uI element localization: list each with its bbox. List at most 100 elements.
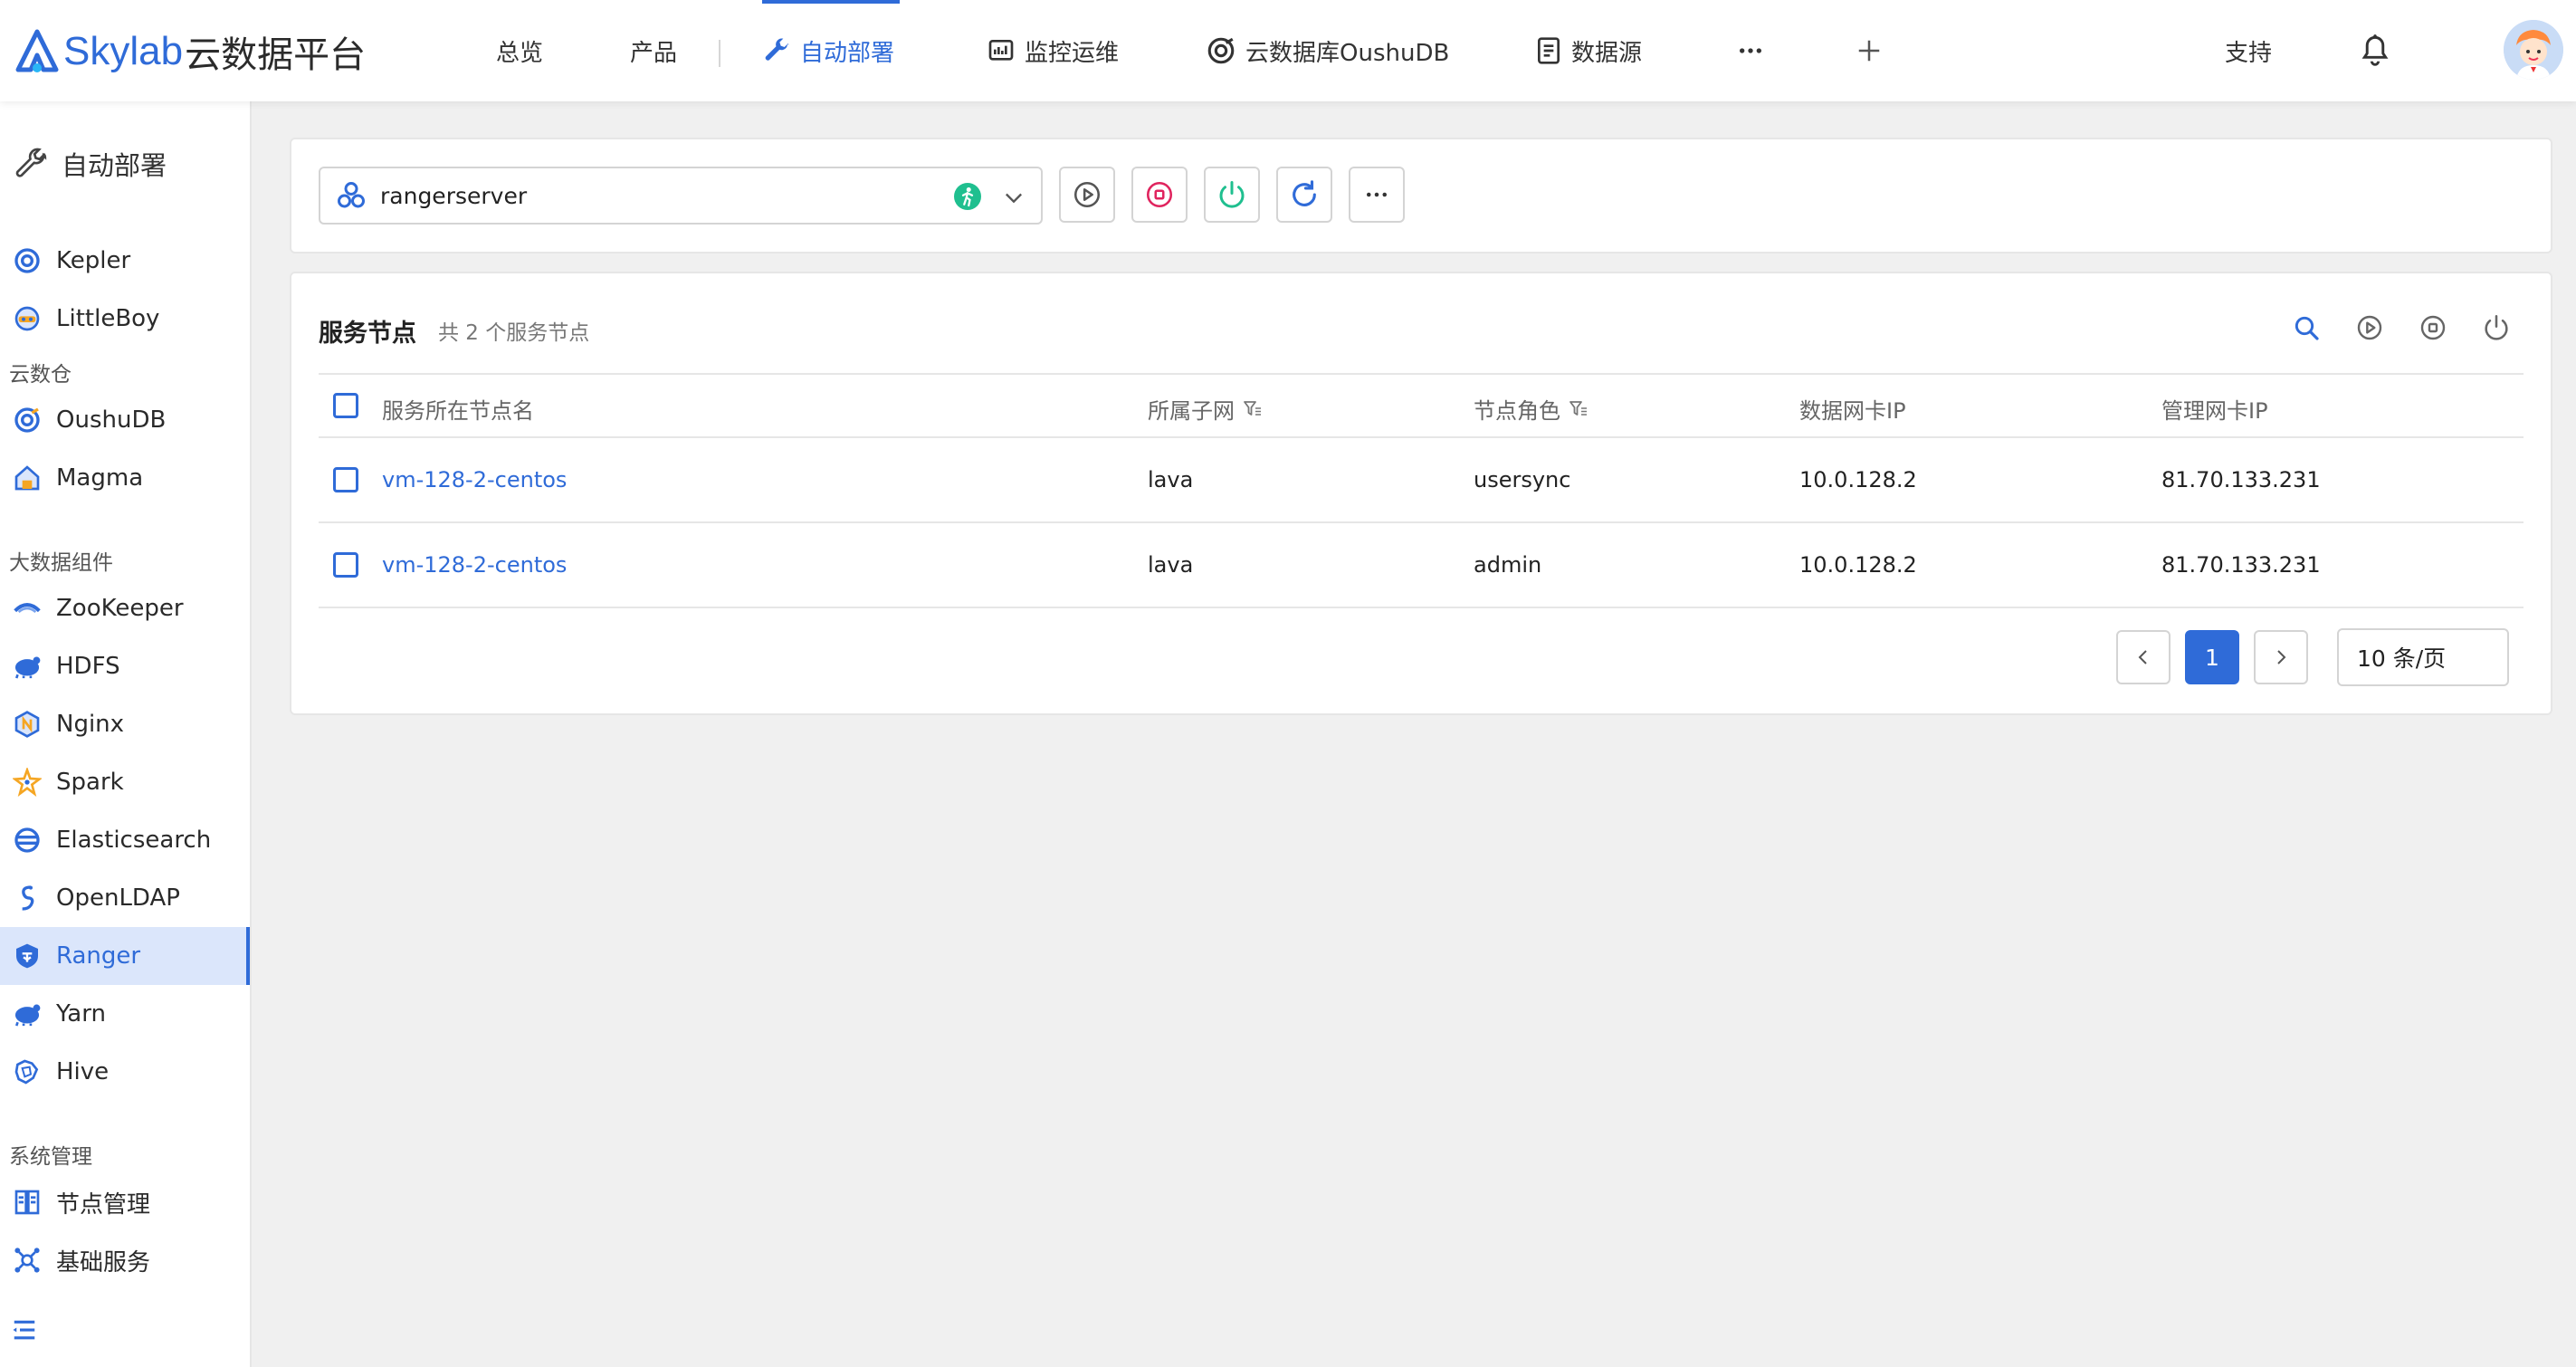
logo-subtitle: 云数据平台 (185, 34, 367, 76)
sidebar-item-label: Nginx (56, 711, 125, 738)
nav-datasource[interactable]: 数据源 (1535, 0, 1642, 101)
mgmt-ip-cell: 81.70.133.231 (2161, 467, 2321, 492)
sidebar-item-node-manage[interactable]: 节点管理 (0, 1173, 250, 1231)
nav-auto-deploy[interactable]: 自动部署 (762, 0, 900, 101)
service-selector[interactable]: rangerserver (319, 167, 1043, 225)
stop-service-button[interactable] (1131, 167, 1188, 223)
role-cell: admin (1474, 552, 1542, 578)
skylab-logo-icon (15, 29, 59, 72)
chevron-down-icon (1001, 185, 1026, 215)
oushudb-icon (11, 404, 43, 436)
column-header-label: 节点角色 (1474, 398, 1560, 424)
sidebar-title-label: 自动部署 (62, 150, 167, 181)
sidebar-item-nginx[interactable]: Nginx (0, 695, 250, 753)
nav-add-button[interactable] (1856, 0, 1892, 101)
sidebar-item-magma[interactable]: Magma (0, 449, 250, 507)
sidebar-item-label: HDFS (56, 653, 120, 680)
menu-collapse-icon (13, 1320, 35, 1340)
sidebar-item-label: OpenLDAP (56, 884, 180, 912)
avatar-icon (2504, 20, 2563, 80)
node-name-link[interactable]: vm-128-2-centos (382, 467, 567, 492)
skylab-logo[interactable]: Skylab 云数据平台 (14, 27, 366, 76)
nav-overview[interactable]: 总览 (496, 0, 543, 101)
sidebar-collapse-button[interactable] (11, 1316, 38, 1347)
sidebar-group-label: 云数仓 (9, 363, 72, 387)
refresh-icon (1293, 180, 1316, 206)
row-checkbox[interactable] (333, 467, 358, 492)
support-label: 支持 (2225, 39, 2273, 67)
base-service-icon (11, 1244, 43, 1276)
select-all-checkbox[interactable] (333, 393, 358, 418)
start-service-button[interactable] (1059, 167, 1115, 223)
column-header-subnet[interactable]: 所属子网 (1148, 393, 1264, 425)
restart-service-button[interactable] (1276, 167, 1332, 223)
sidebar-item-yarn[interactable]: Yarn (0, 985, 250, 1043)
more-actions-button[interactable] (1349, 167, 1405, 223)
nav-overview-label: 总览 (496, 39, 544, 67)
sidebar-item-oushudb[interactable]: OushuDB (0, 391, 250, 449)
support-link[interactable]: 支持 (2225, 0, 2272, 101)
data-ip-cell: 10.0.128.2 (1799, 552, 1917, 578)
sidebar-item-label: OushuDB (56, 406, 167, 434)
next-page-button[interactable] (2254, 630, 2308, 684)
panel-subtitle: 共 2 个服务节点 (438, 321, 590, 345)
nav-monitoring[interactable]: 监控运维 (987, 0, 1119, 101)
sidebar-title: 自动部署 (13, 145, 167, 183)
elasticsearch-icon (11, 824, 43, 856)
wrench-icon (765, 38, 789, 61)
nav-products[interactable]: 产品 (630, 0, 677, 101)
openldap-icon (11, 882, 43, 914)
power-service-button[interactable] (1204, 167, 1260, 223)
sidebar-item-label: ZooKeeper (56, 595, 184, 622)
user-avatar[interactable] (2504, 20, 2563, 80)
subnet-cell: lava (1148, 467, 1194, 492)
power-icon (1219, 181, 1245, 208)
prev-page-button[interactable] (2116, 630, 2171, 684)
magma-icon (11, 462, 43, 494)
sidebar-item-littleboy[interactable]: LittleBoy (0, 290, 250, 348)
row-checkbox[interactable] (333, 552, 358, 578)
column-header-role[interactable]: 节点角色 (1474, 393, 1589, 425)
batch-stop-button[interactable] (2415, 310, 2451, 346)
sidebar-item-spark[interactable]: Spark (0, 753, 250, 811)
sidebar-item-zookeeper[interactable]: ZooKeeper (0, 579, 250, 637)
batch-power-button[interactable] (2478, 310, 2514, 346)
nav-monitoring-label: 监控运维 (1025, 39, 1120, 67)
sidebar-item-hdfs[interactable]: HDFS (0, 637, 250, 695)
column-header-mgmt-ip: 管理网卡IP (2161, 393, 2268, 425)
notifications-button[interactable] (2359, 0, 2400, 101)
page-number-button[interactable]: 1 (2185, 630, 2239, 684)
logo-text: Skylab (63, 29, 184, 73)
table-bottom-border (319, 607, 2524, 608)
more-icon (1367, 192, 1387, 197)
nginx-icon (11, 708, 43, 741)
column-header-data-ip: 数据网卡IP (1799, 393, 1906, 425)
search-button[interactable] (2288, 310, 2324, 346)
nav-more-button[interactable] (1736, 0, 1774, 101)
sidebar-item-label: Kepler (56, 247, 131, 274)
oushudb-icon (1207, 37, 1235, 64)
stop-icon (1146, 181, 1173, 208)
filter-icon[interactable] (1568, 398, 1589, 420)
sidebar-item-hive[interactable]: Hive (0, 1043, 250, 1101)
hive-icon (11, 1056, 43, 1088)
nav-auto-deploy-label: 自动部署 (800, 39, 895, 67)
play-icon (2357, 315, 2382, 340)
nav-oushudb[interactable]: 云数据库OushuDB (1206, 0, 1449, 101)
batch-start-button[interactable] (2352, 310, 2388, 346)
node-name-link[interactable]: vm-128-2-centos (382, 552, 567, 578)
page-size-select[interactable]: 10 条/页 (2337, 628, 2509, 686)
running-status-icon (954, 183, 981, 210)
filter-icon[interactable] (1242, 398, 1264, 420)
sidebar-item-elasticsearch[interactable]: Elasticsearch (0, 811, 250, 869)
node-manage-icon (11, 1186, 43, 1219)
column-header-node: 服务所在节点名 (382, 393, 534, 425)
sidebar-item-base-service[interactable]: 基础服务 (0, 1231, 250, 1289)
top-navigation-bar: Skylab 云数据平台 总览 产品 自动部署 监控运维 云数据库OushuDB… (0, 0, 2576, 101)
sidebar-item-label: Ranger (56, 942, 141, 970)
chevron-right-icon (2277, 650, 2286, 664)
sidebar-item-ranger[interactable]: Ranger (0, 927, 250, 985)
sidebar-item-openldap[interactable]: OpenLDAP (0, 869, 250, 927)
sidebar-item-kepler[interactable]: Kepler (0, 232, 250, 290)
mgmt-ip-cell: 81.70.133.231 (2161, 552, 2321, 578)
